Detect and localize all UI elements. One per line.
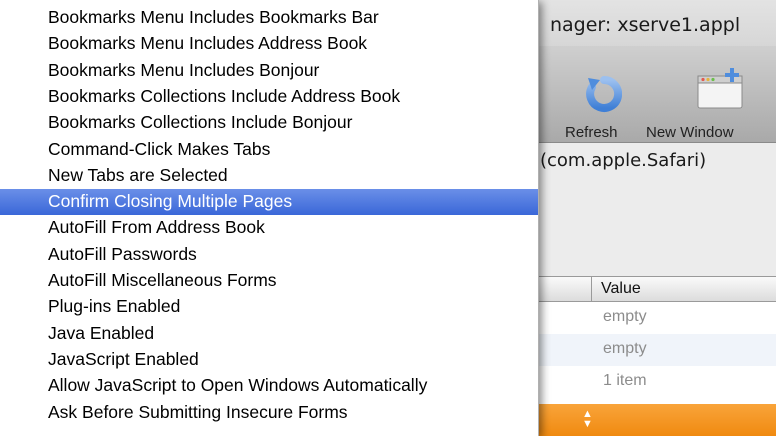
domain-identifier: (com.apple.Safari)	[540, 150, 707, 171]
menu-item-label: Confirm Closing Multiple Pages	[48, 191, 293, 212]
menu-item-label: Bookmarks Collections Include Address Bo…	[48, 85, 401, 106]
refresh-button[interactable]	[586, 74, 623, 119]
menu-item-label: Bookmarks Menu Includes Address Book	[48, 33, 368, 54]
menu-item[interactable]: Bookmarks Collections Include Bonjour	[0, 110, 538, 136]
new-window-button[interactable]	[696, 68, 746, 117]
column-header-value[interactable]: Value	[601, 280, 641, 298]
menu-item[interactable]: Ask Before Submitting Insecure Forms	[0, 400, 538, 426]
menu-item-label: AutoFill Miscellaneous Forms	[48, 270, 277, 290]
menu-item[interactable]: Bookmarks Collections Include Address Bo…	[0, 84, 538, 110]
popup-stepper-icon[interactable]: ▲ ▼	[582, 409, 593, 430]
menu-item-label: Ask Before Submitting Insecure Forms	[48, 401, 348, 422]
menu-item[interactable]: Bookmarks Menu Includes Bookmarks Bar	[0, 5, 538, 31]
menu-item-label: Command-Click Makes Tabs	[48, 138, 271, 159]
menu-item[interactable]: JavaScript Enabled	[0, 347, 538, 373]
value-cell: 1 item	[603, 372, 647, 389]
menu-item[interactable]: New Tabs are Selected	[0, 163, 538, 189]
value-cell: empty	[603, 340, 647, 357]
menu-item-label: Bookmarks Collections Include Bonjour	[48, 112, 353, 133]
menu-item[interactable]: AutoFill Passwords	[0, 242, 538, 268]
menu-item[interactable]: AutoFill Miscellaneous Forms	[0, 268, 538, 294]
menu-item[interactable]: Command-Click Makes Tabs	[0, 137, 538, 163]
menu-item[interactable]: Bookmarks Menu Includes Address Book	[0, 31, 538, 57]
menu-item-label: JavaScript Enabled	[48, 348, 199, 369]
refresh-icon	[586, 75, 623, 112]
menu-item-label: AutoFill Passwords	[48, 243, 197, 264]
new-window-label: New Window	[646, 124, 734, 141]
menu-item[interactable]: Plug-ins Enabled	[0, 294, 538, 320]
menu-item[interactable]: Allow JavaScript to Open Windows Automat…	[0, 373, 538, 399]
menu-item[interactable]: Confirm Closing Multiple Pages	[0, 189, 538, 216]
menu-item-label: Allow JavaScript to Open Windows Automat…	[48, 375, 428, 396]
menu-item-label: Bookmarks Menu Includes Bookmarks Bar	[48, 7, 379, 27]
menu-item-label: Plug-ins Enabled	[48, 296, 181, 317]
column-divider	[591, 277, 592, 301]
menu-item-label: Java Enabled	[48, 322, 155, 343]
key-popup-menu: Bookmarks Menu Includes Bookmarks Bar Boo…	[0, 0, 539, 436]
menu-item[interactable]: Bookmarks Menu Includes Bonjour	[0, 58, 538, 84]
menu-item[interactable]: AutoFill From Address Book	[0, 215, 538, 241]
new-window-icon	[697, 68, 743, 109]
value-cell: empty	[603, 308, 647, 325]
menu-item-label: AutoFill From Address Book	[48, 217, 265, 238]
menu-item-label: New Tabs are Selected	[48, 164, 228, 185]
menu-item-label: Bookmarks Menu Includes Bonjour	[48, 59, 320, 80]
refresh-label: Refresh	[565, 124, 618, 141]
window-title: nager: xserve1.appl	[550, 14, 741, 36]
menu-item[interactable]: Java Enabled	[0, 321, 538, 347]
